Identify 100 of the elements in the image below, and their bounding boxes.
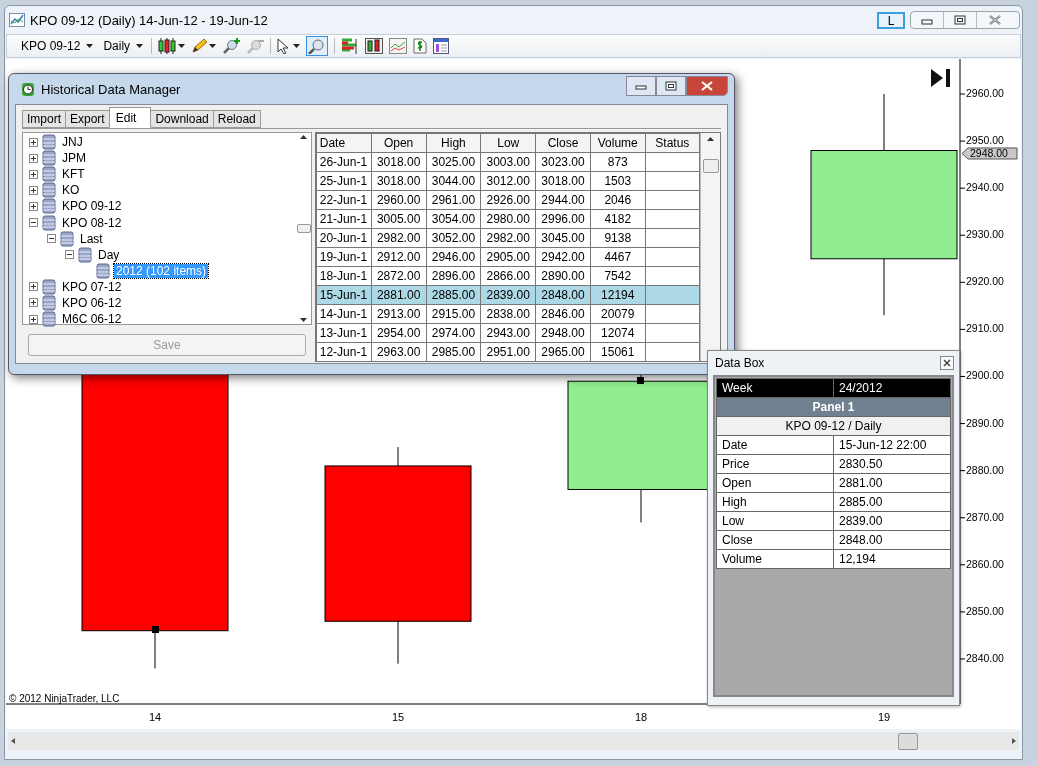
x-axis-label: 19	[877, 711, 891, 723]
tree-item[interactable]: M6C 06-12	[60, 312, 124, 327]
tree-item[interactable]: JPM	[60, 151, 88, 166]
candlestick-icon[interactable]	[158, 38, 177, 54]
collapse-icon[interactable]	[65, 250, 74, 260]
table-cell: 9138	[590, 228, 646, 248]
database-icon	[42, 278, 56, 295]
table-row[interactable]: 15-Jun-1 2881.00 2885.00 2839.00 2848.00 12194	[316, 285, 700, 305]
candles-icon[interactable]	[365, 38, 384, 54]
caret-icon	[136, 44, 144, 48]
table-row[interactable]: 20-Jun-1 2982.00 3052.00 2982.00 3045.00 9138	[316, 228, 700, 248]
tree-item[interactable]: KPO 08-12	[60, 215, 124, 230]
database-icon	[42, 311, 56, 328]
tree-item[interactable]: KO	[60, 183, 82, 198]
collapse-icon[interactable]	[29, 218, 38, 227]
expand-icon[interactable]	[29, 201, 38, 211]
play-to-end-icon[interactable]	[931, 69, 950, 87]
table-cell: 4182	[590, 209, 646, 229]
expand-icon[interactable]	[29, 153, 38, 163]
table-row[interactable]: 14-Jun-1 2913.00 2915.00 2838.00 2846.00 20079	[316, 304, 700, 324]
instrument-dropdown[interactable]: KPO 09-12	[19, 39, 96, 53]
x-axis-label: 18	[634, 711, 648, 723]
table-row[interactable]: 21-Jun-1 3005.00 3054.00 2980.00 2996.00 4182	[316, 209, 700, 229]
table-row[interactable]: 25-Jun-1 3018.00 3044.00 3012.00 3018.00 1503	[316, 171, 700, 191]
scroll-down-icon[interactable]	[300, 318, 308, 322]
scroll-up-icon[interactable]	[707, 137, 715, 141]
maximize-icon[interactable]	[656, 76, 686, 96]
close-icon[interactable]	[940, 356, 954, 370]
expand-icon[interactable]	[29, 169, 38, 179]
expand-icon[interactable]	[29, 314, 38, 324]
table-row[interactable]: 13-Jun-1 2954.00 2974.00 2943.00 2948.00 12074	[316, 323, 700, 343]
table-cell: 2948.00	[535, 323, 591, 343]
scrollbar-thumb[interactable]	[898, 733, 918, 750]
y-axis-label: 2890.00	[966, 416, 1004, 429]
y-axis-label: 2850.00	[966, 604, 1004, 617]
zoom-in-icon[interactable]	[222, 38, 241, 54]
zoom-icon[interactable]	[306, 36, 329, 56]
close-icon[interactable]	[686, 76, 728, 96]
x-axis-label: 14	[148, 711, 162, 723]
table-cell: 12074	[590, 323, 646, 343]
column-header[interactable]: Volume	[590, 133, 646, 153]
collapse-icon[interactable]	[47, 234, 56, 244]
y-axis-label: 2870.00	[966, 510, 1004, 523]
table-cell: 24/2012	[833, 378, 951, 398]
scrollbar-thumb[interactable]	[296, 224, 311, 233]
database-icon	[42, 182, 56, 199]
table-cell: 12-Jun-1	[316, 342, 372, 361]
link-button[interactable]: L	[877, 11, 905, 29]
table-cell: 20079	[590, 304, 646, 324]
expand-icon[interactable]	[29, 185, 38, 195]
tree-item[interactable]: JNJ	[60, 135, 85, 150]
pencil-icon[interactable]	[191, 38, 208, 54]
table-row[interactable]: 19-Jun-1 2912.00 2946.00 2905.00 2942.00 4467	[316, 247, 700, 267]
column-header[interactable]: Open	[371, 133, 426, 153]
tree-item[interactable]: Day	[96, 247, 122, 262]
column-header[interactable]: Date	[316, 133, 372, 153]
tree-item[interactable]: Last	[78, 231, 105, 246]
column-header[interactable]: High	[426, 133, 481, 153]
expand-icon[interactable]	[29, 137, 38, 147]
database-icon	[78, 246, 92, 263]
dollar-document-icon[interactable]	[413, 38, 428, 54]
table-cell: 3005.00	[371, 209, 426, 229]
tab[interactable]: Edit	[108, 107, 152, 128]
tab[interactable]: Export	[65, 110, 110, 128]
table-cell: 2961.00	[426, 190, 481, 210]
column-header[interactable]: Status	[645, 133, 700, 153]
panel-icon[interactable]	[433, 38, 450, 54]
tree-item[interactable]: KPO 07-12	[60, 279, 124, 294]
caret-icon	[178, 44, 186, 48]
table-cell: 2926.00	[480, 190, 536, 210]
table-cell: 13-Jun-1	[316, 323, 372, 343]
expand-icon[interactable]	[29, 298, 38, 308]
table-cell: Week	[716, 378, 834, 398]
tree-item[interactable]: KPO 09-12	[60, 199, 124, 214]
table-cell: 19-Jun-1	[316, 247, 372, 267]
bar-chart-icon[interactable]	[341, 38, 360, 54]
table-row[interactable]: 26-Jun-1 3018.00 3025.00 3003.00 3023.00 873	[316, 152, 700, 172]
column-header[interactable]: Close	[535, 133, 591, 153]
table-cell: 2982.00	[371, 228, 426, 248]
table-cell: 2866.00	[480, 266, 536, 286]
table-cell: 873	[590, 152, 646, 172]
marker-icon	[152, 626, 159, 633]
database-icon	[60, 230, 74, 247]
tab[interactable]: Import	[22, 110, 66, 128]
tree-item[interactable]: KFT	[60, 167, 87, 182]
period-dropdown[interactable]: Daily	[101, 39, 146, 53]
tree-item[interactable]: KPO 06-12	[60, 296, 124, 310]
table-cell: 2912.00	[371, 247, 426, 267]
table-row[interactable]: 22-Jun-1 2960.00 2961.00 2926.00 2944.00 2046	[316, 190, 700, 210]
table-cell: 25-Jun-1	[316, 171, 372, 191]
table-row[interactable]: 12-Jun-1 2963.00 2985.00 2951.00 2965.00 15061	[316, 342, 700, 361]
table-cell: 1503	[590, 171, 646, 191]
table-row[interactable]: 18-Jun-1 2872.00 2896.00 2866.00 2890.00 7542	[316, 266, 700, 286]
table-cell: 26-Jun-1	[316, 152, 372, 172]
scrollbar-thumb[interactable]	[702, 159, 719, 173]
scroll-up-icon[interactable]	[300, 135, 308, 139]
expand-icon[interactable]	[29, 282, 38, 292]
tab[interactable]: Reload	[212, 110, 261, 128]
column-header[interactable]: Low	[480, 133, 536, 153]
tab[interactable]: Download	[150, 110, 214, 128]
